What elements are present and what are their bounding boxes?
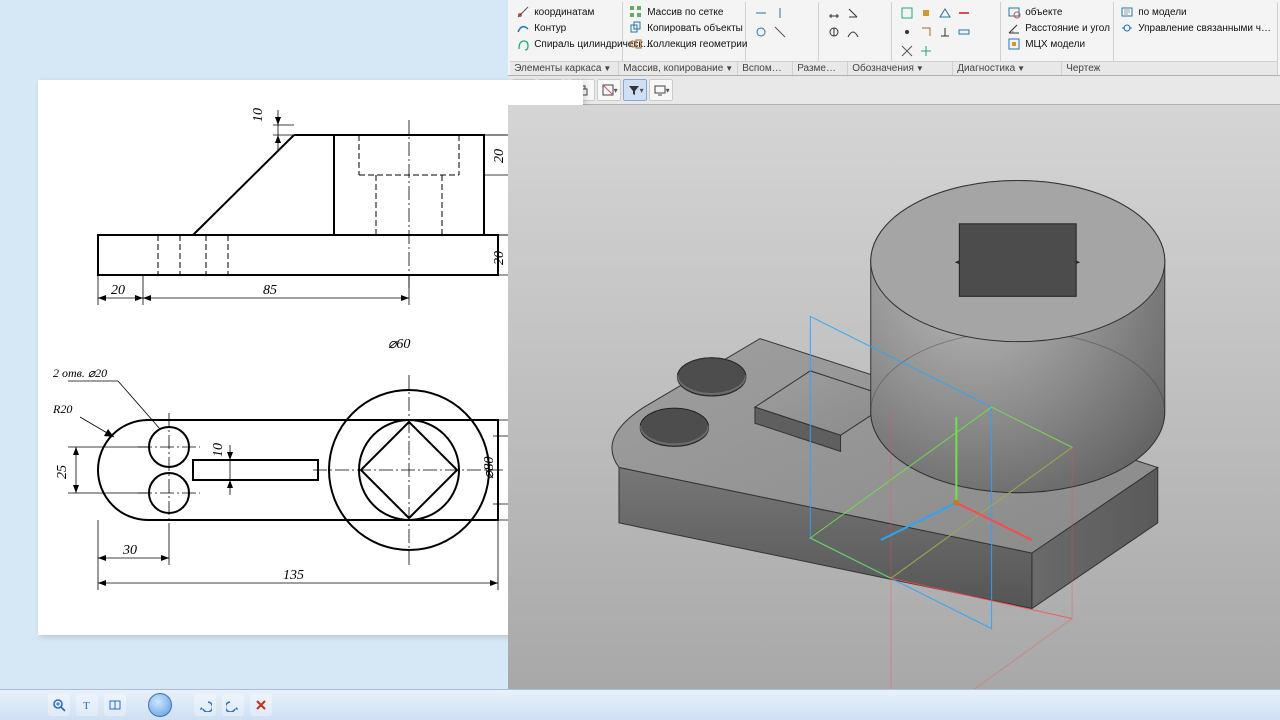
mark-icon-9[interactable] (898, 42, 916, 60)
point-icon (516, 5, 530, 19)
copy-objects-icon (629, 21, 643, 35)
ribbon-group-dims (819, 2, 892, 61)
aux-icon-3[interactable] (752, 23, 770, 41)
technical-drawing: .th{stroke:#000;stroke-width:2;fill:none… (38, 80, 583, 635)
ribbon-group-array: Массив по сетке Копировать объекты Колле… (623, 2, 746, 61)
mark-icon-8[interactable] (955, 23, 973, 41)
ribbon-group-diag: объекте Расстояние и угол МЦХ модели (1001, 2, 1114, 61)
tb-windows[interactable] (104, 694, 126, 716)
note-holes: 2 отв. ⌀20 (53, 366, 107, 380)
drawing-pane: .th{stroke:#000;stroke-width:2;fill:none… (0, 0, 508, 689)
quick-toolbar: ▾ ▾ ▾ ▾ ▾ (508, 76, 1280, 105)
dim-icon-2[interactable] (844, 4, 862, 22)
aux-icon-4[interactable] (771, 23, 789, 41)
tb-undo[interactable] (194, 694, 216, 716)
drawing-document: .th{stroke:#000;stroke-width:2;fill:none… (38, 80, 583, 635)
tb-app[interactable] (148, 693, 172, 717)
mcx-icon (1007, 37, 1021, 51)
ribbon-tab-drawing[interactable]: Чертеж (1062, 62, 1278, 75)
qb-filter[interactable]: ▾ (623, 79, 647, 101)
cmd-copy-objects[interactable]: Копировать объекты (629, 20, 739, 36)
ribbon: координатам Контур Спираль цилиндрическ…… (508, 0, 1280, 76)
ribbon-tab-array[interactable]: Массив, копирование▼ (619, 62, 738, 75)
tb-zoom-in[interactable] (48, 694, 70, 716)
dim-135: 135 (283, 568, 304, 583)
dim-icon-3[interactable] (825, 23, 843, 41)
cmd-grid-array[interactable]: Массив по сетке (629, 4, 739, 20)
ribbon-tab-dims[interactable]: Разме… (793, 62, 848, 75)
ribbon-tab-marks[interactable]: Обозначения▼ (848, 62, 953, 75)
cmd-spiral[interactable]: Спираль цилиндрическ… (516, 36, 616, 52)
mark-icon-10[interactable] (917, 42, 935, 60)
manage-links-icon (1120, 21, 1134, 35)
mark-icon-4[interactable] (955, 4, 973, 22)
ribbon-group-aux (746, 2, 819, 61)
cmd-distance-angle[interactable]: Расстояние и угол (1007, 20, 1107, 36)
dim-10: 10 (251, 108, 266, 122)
ribbon-group-frame: координатам Контур Спираль цилиндрическ… (510, 2, 623, 61)
cmd-manage-links[interactable]: Управление связанными ч… (1120, 20, 1271, 36)
mark-icon-6[interactable] (917, 23, 935, 41)
qb-display-mode[interactable]: ▾ (649, 79, 673, 101)
collection-icon (629, 37, 643, 51)
cmd-coordinates[interactable]: координатам (516, 4, 616, 20)
cmd-mcx[interactable]: МЦХ модели (1007, 36, 1107, 52)
cmd-collection[interactable]: Коллекция геометрии (629, 36, 739, 52)
dim-20a: 20 (492, 149, 507, 163)
tb-redo[interactable] (222, 694, 244, 716)
os-taskbar: T (0, 689, 1280, 720)
dim-20b: 20 (492, 251, 507, 265)
cmd-contour[interactable]: Контур (516, 20, 616, 36)
ribbon-group-labels: Элементы каркаса▼ Массив, копирование▼ В… (510, 61, 1278, 75)
dim-85: 85 (263, 283, 277, 298)
tb-text[interactable]: T (76, 694, 98, 716)
dim-d80: ⌀80 (482, 457, 497, 479)
dim-r20: R20 (52, 402, 72, 416)
ribbon-group-marks (892, 2, 1001, 61)
grid-array-icon (629, 5, 643, 19)
dim-icon-4[interactable] (844, 23, 862, 41)
from-model-icon (1120, 5, 1134, 19)
contour-icon (516, 21, 530, 35)
cmd-by-model[interactable]: по модели (1120, 4, 1271, 20)
qb-section-view[interactable]: ▾ (597, 79, 621, 101)
aux-icon-2[interactable] (771, 4, 789, 22)
spiral-icon (516, 37, 530, 51)
model-viewport[interactable] (508, 105, 1280, 689)
object-icon (1007, 5, 1021, 19)
dim-icon-1[interactable] (825, 4, 843, 22)
distance-angle-icon (1007, 21, 1021, 35)
ribbon-tab-diag[interactable]: Диагностика▼ (953, 62, 1062, 75)
mark-icon-7[interactable] (936, 23, 954, 41)
ribbon-tab-aux[interactable]: Вспом… (738, 62, 793, 75)
cad-app-pane: координатам Контур Спираль цилиндрическ…… (508, 0, 1280, 689)
dim-diam60: ⌀60 (388, 337, 410, 352)
mark-icon-2[interactable] (917, 4, 935, 22)
mark-icon-1[interactable] (898, 4, 916, 22)
tb-close[interactable] (250, 694, 272, 716)
ribbon-group-drawing: по модели Управление связанными ч… (1114, 2, 1278, 61)
dim-25: 25 (55, 465, 70, 479)
dim-20c: 20 (111, 283, 125, 298)
dim-10-top: 10 (211, 443, 226, 457)
ribbon-tab-frame[interactable]: Элементы каркаса▼ (510, 62, 619, 75)
mark-icon-3[interactable] (936, 4, 954, 22)
cmd-on-object[interactable]: объекте (1007, 4, 1107, 20)
svg-text:T: T (83, 700, 90, 712)
aux-icon-1[interactable] (752, 4, 770, 22)
dim-30: 30 (122, 543, 137, 558)
mark-icon-5[interactable] (898, 23, 916, 41)
